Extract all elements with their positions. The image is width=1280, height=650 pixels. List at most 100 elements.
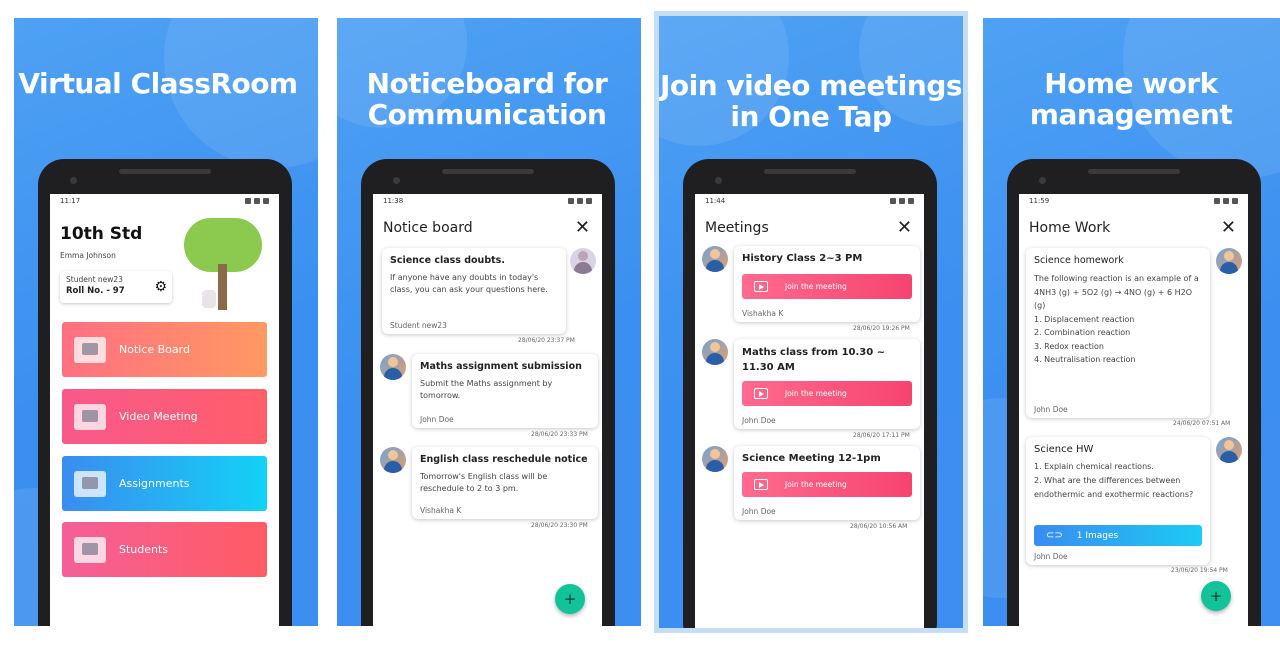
meeting-card[interactable]: Science Meeting 12-1pm Join the meeting … — [734, 446, 920, 520]
phone-speaker — [119, 169, 211, 174]
screen-header: Home Work ✕ — [1019, 208, 1248, 242]
join-label: Join the meeting — [785, 389, 847, 398]
status-bar: 11:44 — [695, 194, 924, 208]
phone-camera — [393, 177, 400, 184]
students-icon — [74, 536, 106, 563]
meeting-author: Vishakha K — [742, 309, 784, 318]
screen-header: Notice board ✕ — [373, 208, 602, 242]
notice-title: Science class doubts. — [390, 255, 505, 266]
phone-frame: 11:17 10th Std Emma Johnson Student new2… — [38, 159, 292, 626]
play-icon — [754, 479, 768, 490]
homework-card[interactable]: Science homework The following reaction … — [1026, 248, 1210, 418]
homework-author: John Doe — [1034, 552, 1068, 561]
status-icons — [245, 198, 269, 204]
status-bar: 11:38 — [373, 194, 602, 208]
status-bar: 11:59 — [1019, 194, 1248, 208]
notice-card[interactable]: English class reschedule notice Tomorrow… — [412, 447, 598, 519]
screen-title: Meetings — [705, 220, 769, 236]
avatar — [1216, 437, 1242, 463]
screen-title: Notice board — [383, 220, 473, 236]
homework-title: Science homework — [1034, 255, 1124, 266]
attachment-label: 1 Images — [1076, 530, 1119, 541]
student-card: Student new23 Roll No. - 97 ⚙ — [60, 271, 172, 303]
notice-title: English class reschedule notice — [420, 454, 588, 465]
avatar — [702, 339, 728, 365]
phone-screen: 11:59 Home Work ✕ Science homework The fo… — [1019, 194, 1248, 626]
close-icon[interactable]: ✕ — [575, 219, 590, 237]
avatar — [570, 248, 596, 274]
meeting-title: History Class 2~3 PM — [742, 253, 863, 264]
join-meeting-button[interactable]: Join the meeting — [742, 274, 912, 299]
paperclip-icon: ⊂⊃ — [1046, 530, 1063, 541]
images-attachment-button[interactable]: ⊂⊃ 1 Images — [1034, 525, 1202, 546]
status-icons — [890, 198, 914, 204]
avatar — [380, 354, 406, 380]
notice-time: 28/06/20 23:37 PM — [518, 337, 575, 344]
phone-camera — [1039, 177, 1046, 184]
status-bar: 11:17 — [50, 194, 279, 208]
homework-card[interactable]: Science HW 1. Explain chemical reactions… — [1026, 437, 1210, 565]
phone-camera — [70, 177, 77, 184]
screen-title: Home Work — [1029, 220, 1111, 236]
meeting-card[interactable]: Maths class from 10.30 ~ 11.30 AM Join t… — [734, 339, 920, 429]
meeting-title: Maths class from 10.30 ~ 11.30 AM — [742, 347, 886, 373]
play-icon — [754, 388, 768, 399]
status-time: 11:59 — [1029, 197, 1050, 205]
phone-camera — [715, 177, 722, 184]
join-meeting-button[interactable]: Join the meeting — [742, 472, 912, 497]
avatar — [702, 446, 728, 472]
book-icon — [74, 470, 106, 497]
avatar — [1216, 248, 1242, 274]
status-icons — [1214, 198, 1238, 204]
menu-assignments[interactable]: Assignments — [62, 456, 267, 511]
panel-headline: Home work management — [1029, 67, 1233, 131]
meeting-card[interactable]: History Class 2~3 PM Join the meeting Vi… — [734, 246, 920, 322]
notice-card[interactable]: Science class doubts. If anyone have any… — [382, 248, 566, 334]
notice-body: Submit the Maths assignment by tomorrow. — [420, 379, 553, 400]
video-meeting-icon — [74, 403, 106, 430]
notice-card[interactable]: Maths assignment submission Submit the M… — [412, 354, 598, 428]
homework-body: 1. Explain chemical reactions. 2. What a… — [1034, 462, 1194, 499]
menu-students[interactable]: Students — [62, 522, 267, 577]
add-button[interactable]: + — [1201, 581, 1231, 611]
panel-headline: Join video meetings in One Tap — [659, 69, 963, 133]
meeting-time: 28/06/20 19:26 PM — [853, 325, 910, 332]
phone-frame: 11:59 Home Work ✕ Science homework The fo… — [1007, 159, 1261, 626]
join-meeting-button[interactable]: Join the meeting — [742, 381, 912, 406]
promo-panel-virtual-classroom: Virtual ClassRoom 11:17 10th Std Emma Jo… — [14, 18, 318, 626]
class-name: 10th Std — [60, 224, 143, 244]
status-icons — [568, 198, 592, 204]
notice-time: 28/06/20 23:30 PM — [531, 522, 588, 529]
join-label: Join the meeting — [785, 480, 847, 489]
close-icon[interactable]: ✕ — [1221, 219, 1236, 237]
add-button[interactable]: + — [555, 584, 585, 614]
phone-screen: 11:17 10th Std Emma Johnson Student new2… — [50, 194, 279, 626]
notice-board-icon — [74, 336, 106, 363]
homework-author: John Doe — [1034, 405, 1068, 414]
phone-screen: 11:38 Notice board ✕ Science class doubts… — [373, 194, 602, 626]
status-time: 11:44 — [705, 197, 726, 205]
phone-frame: 11:44 Meetings ✕ History Class 2~3 PM Joi… — [683, 159, 937, 628]
student-id: Student new23 — [66, 275, 123, 284]
menu-label: Assignments — [119, 477, 190, 490]
phone-speaker — [1088, 169, 1180, 174]
meeting-author: John Doe — [742, 416, 776, 425]
homework-body: The following reaction is an example of … — [1034, 274, 1199, 364]
menu-label: Video Meeting — [119, 410, 198, 423]
promo-panel-noticeboard: Noticeboard for Communication 11:38 Noti… — [337, 18, 641, 626]
promo-panel-meetings: Join video meetings in One Tap 11:44 Mee… — [654, 11, 968, 633]
status-time: 11:38 — [383, 197, 404, 205]
play-icon — [754, 281, 768, 292]
notice-time: 28/06/20 23:33 PM — [531, 431, 588, 438]
tree-illustration — [182, 212, 264, 312]
student-name: Emma Johnson — [60, 251, 116, 260]
gear-icon[interactable]: ⚙ — [154, 279, 167, 295]
phone-speaker — [442, 169, 534, 174]
avatar — [380, 447, 406, 473]
close-icon[interactable]: ✕ — [897, 219, 912, 237]
homework-time: 23/06/20 19:54 PM — [1171, 567, 1228, 574]
menu-notice-board[interactable]: Notice Board — [62, 322, 267, 377]
join-label: Join the meeting — [785, 282, 847, 291]
avatar — [702, 246, 728, 272]
menu-video-meeting[interactable]: Video Meeting — [62, 389, 267, 444]
